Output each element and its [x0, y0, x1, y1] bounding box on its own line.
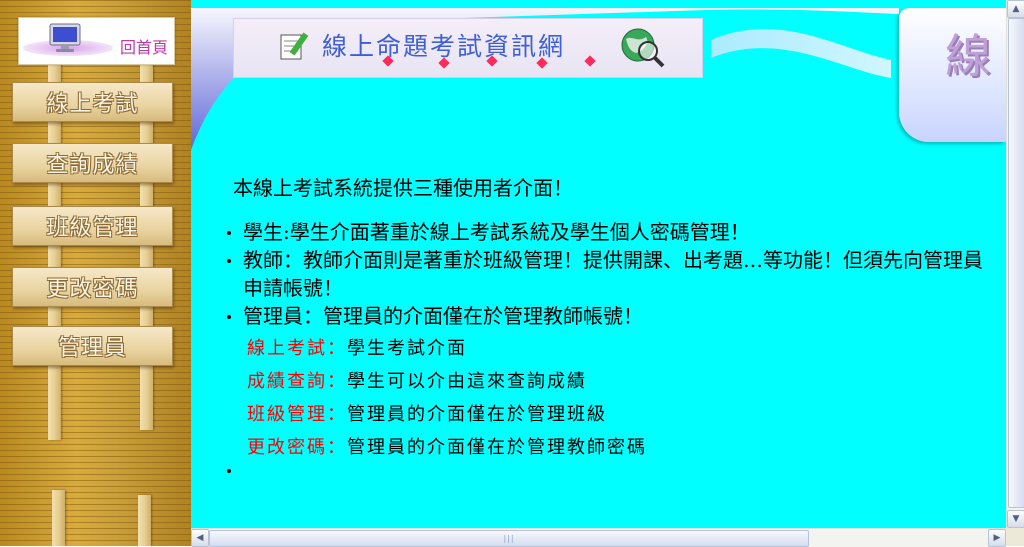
- home-link[interactable]: 回首頁: [18, 17, 175, 65]
- chevron-left-icon: ◀: [196, 533, 204, 543]
- user-roles-list: 學生:學生介面著重於線上考試系統及學生個人密碼管理！ 教師：教師介面則是著重於班…: [227, 218, 993, 330]
- nav-change-password-button[interactable]: 更改密碼: [12, 267, 173, 307]
- banner-glyph: 線: [945, 29, 991, 83]
- nav-query-grades-button[interactable]: 查詢成績: [12, 143, 173, 183]
- horizontal-scrollbar[interactable]: ◀ ||| ▶: [191, 528, 1006, 547]
- notepad-pencil-icon: [280, 32, 309, 60]
- nav-label: 班級管理: [46, 216, 139, 241]
- decorative-banner-panel: 線: [899, 8, 1006, 142]
- grip-icon: |||: [503, 534, 515, 543]
- chevron-down-icon: ▼: [1012, 514, 1020, 524]
- wood-post: [138, 495, 151, 546]
- intro-section: 本線上考試系統提供三種使用者介面！ 學生:學生介面著重於線上考試系統及學生個人密…: [227, 172, 993, 473]
- nav-label: 查詢成績: [46, 153, 139, 178]
- definition-desc: 管理員的介面僅在於管理班級: [347, 404, 607, 425]
- main-content: 線上命題考試資訊網 線 本線上考試系統提供三種使用者介面！ 學生:學生介面著重於…: [191, 0, 1006, 528]
- nav-class-management-button[interactable]: 班級管理: [12, 206, 173, 246]
- chevron-up-icon: ▲: [1012, 4, 1020, 14]
- definition-separator: ：: [327, 371, 347, 392]
- intro-text: 本線上考試系統提供三種使用者介面！: [233, 176, 573, 200]
- definition-separator: ：: [327, 437, 347, 458]
- nav-label: 管理員: [57, 336, 127, 361]
- nav-label: 更改密碼: [46, 277, 139, 302]
- nav-online-exam-button[interactable]: 線上考試: [12, 82, 173, 122]
- chevron-right-icon: ▶: [993, 533, 1001, 543]
- definition-row: 線上考試：學生考試介面: [247, 332, 993, 365]
- nav-label: 線上考試: [46, 92, 139, 117]
- vertical-scroll-thumb[interactable]: [1008, 18, 1024, 508]
- nav-administrator-button[interactable]: 管理員: [12, 326, 173, 366]
- definition-term: 更改密碼: [247, 437, 327, 458]
- definition-row: 更改密碼：管理員的介面僅在於管理教師密碼: [247, 431, 993, 464]
- globe-magnifier-icon: [621, 28, 665, 68]
- definition-desc: 學生可以介由這來查詢成績: [347, 371, 587, 392]
- list-item: 學生:學生介面著重於線上考試系統及學生個人密碼管理！: [227, 218, 993, 246]
- scroll-right-button[interactable]: ▶: [988, 529, 1006, 547]
- home-label: 回首頁: [119, 38, 168, 57]
- heart-decoration: [584, 55, 596, 67]
- computer-monitor-icon: [49, 23, 81, 52]
- definition-row: 成績查詢：學生可以介由這來查詢成績: [247, 365, 993, 398]
- empty-bullet: [227, 469, 231, 473]
- definition-separator: ：: [327, 338, 347, 359]
- scroll-left-button[interactable]: ◀: [191, 529, 209, 547]
- list-item: 教師：教師介面則是著重於班級管理！提供開課、出考題…等功能！但須先向管理員申請帳…: [227, 246, 993, 302]
- definition-term: 成績查詢: [247, 371, 327, 392]
- horizontal-scroll-thumb[interactable]: |||: [209, 530, 809, 547]
- definition-separator: ：: [327, 404, 347, 425]
- definition-desc: 管理員的介面僅在於管理教師密碼: [347, 437, 647, 458]
- list-item: 管理員：管理員的介面僅在於管理教師帳號！: [227, 302, 993, 330]
- sidebar-nav: 回首頁 線上考試 查詢成績 班級管理 更改密碼 管理員: [0, 0, 191, 546]
- vertical-scrollbar[interactable]: ▲ ▼: [1006, 0, 1024, 528]
- wood-post: [52, 490, 65, 546]
- scroll-up-button[interactable]: ▲: [1007, 0, 1024, 18]
- definition-desc: 學生考試介面: [347, 338, 467, 359]
- definition-term: 班級管理: [247, 404, 327, 425]
- scroll-down-button[interactable]: ▼: [1007, 510, 1024, 528]
- definition-row: 班級管理：管理員的介面僅在於管理班級: [247, 398, 993, 431]
- definition-term: 線上考試: [247, 338, 327, 359]
- function-definitions: 線上考試：學生考試介面 成績查詢：學生可以介由這來查詢成績 班級管理：管理員的介…: [247, 332, 993, 464]
- scrollbar-corner: [1006, 528, 1024, 546]
- site-title-banner: 線上命題考試資訊網: [233, 18, 703, 78]
